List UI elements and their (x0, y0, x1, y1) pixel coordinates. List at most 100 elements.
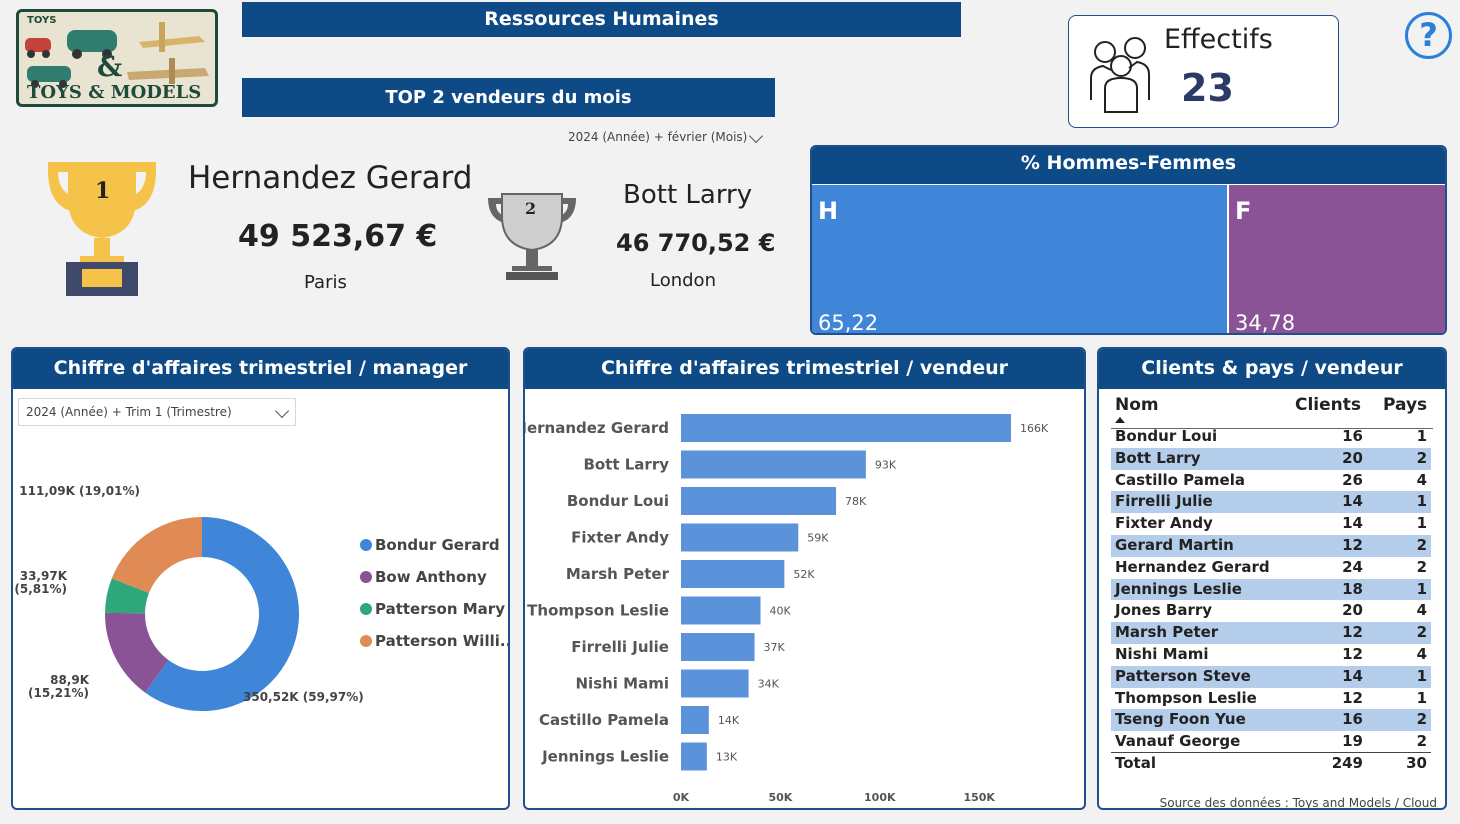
table-row[interactable]: Marsh Peter 12 2 (1111, 622, 1431, 644)
bar-category-label: Nishi Mami (576, 675, 670, 693)
table-row[interactable]: Gerard Martin 12 2 (1111, 535, 1431, 557)
cell-clients: 14 (1342, 666, 1363, 685)
bar[interactable] (681, 450, 866, 479)
cell-pays: 1 (1416, 579, 1427, 598)
quarter-slicer-value: 2024 (Année) + Trim 1 (Trimestre) (26, 405, 232, 419)
cell-nom: Firrelli Julie (1115, 492, 1213, 511)
seller-panel: Chiffre d'affaires trimestriel / vendeur… (523, 347, 1086, 810)
cell-nom: Jennings Leslie (1115, 579, 1242, 598)
col-header-pays[interactable]: Pays (1383, 395, 1427, 415)
bar-category-label: Bondur Loui (567, 492, 669, 510)
col-header-nom[interactable]: Nom (1115, 395, 1159, 415)
gender-panel: % Hommes-Femmes H 65,22 F 34,78 (810, 145, 1447, 335)
donut-slice[interactable] (111, 517, 202, 594)
cell-pays: 2 (1416, 448, 1427, 467)
bar-category-label: Bott Larry (583, 456, 669, 474)
male-block[interactable]: H 65,22 (812, 185, 1227, 335)
female-block[interactable]: F 34,78 (1229, 185, 1445, 335)
donut-data-label: (5,81%) (14, 582, 67, 596)
bar-data-label: 59K (807, 532, 829, 545)
top-sellers-title: TOP 2 vendeurs du mois (242, 78, 775, 117)
cell-clients: 20 (1342, 601, 1363, 620)
table-row[interactable]: Castillo Pamela 26 4 (1111, 470, 1431, 492)
cell-clients: 19 (1342, 732, 1363, 751)
col-header-clients[interactable]: Clients (1295, 395, 1361, 415)
bar-category-label: Fixter Andy (571, 529, 669, 547)
table-row[interactable]: Nishi Mami 12 4 (1111, 644, 1431, 666)
month-slicer[interactable]: 2024 (Année) + février (Mois) (561, 124, 769, 151)
female-label: F (1235, 197, 1252, 225)
table-row[interactable]: Thompson Leslie 12 1 (1111, 688, 1431, 710)
cell-clients: 12 (1342, 645, 1363, 663)
help-icon: ? (1419, 16, 1438, 54)
legend-marker (360, 539, 372, 551)
bar-data-label: 13K (716, 751, 738, 764)
headcount-card: Effectifs 23 (1068, 15, 1339, 128)
legend-marker (360, 603, 372, 615)
x-tick-label: 150K (963, 791, 995, 804)
table-row[interactable]: Hernandez Gerard 24 2 (1111, 557, 1431, 579)
legend-marker (360, 571, 372, 583)
cell-clients: 12 (1342, 536, 1363, 554)
bar[interactable] (681, 669, 749, 698)
cell-nom: Fixter Andy (1115, 514, 1213, 533)
cell-pays: 1 (1416, 492, 1427, 511)
cell-clients: 16 (1342, 427, 1363, 445)
cell-nom: Tseng Foon Yue (1115, 710, 1246, 729)
help-button[interactable]: ? (1405, 12, 1452, 59)
table-row[interactable]: Bott Larry 20 2 (1111, 447, 1431, 470)
total-pays: 30 (1406, 754, 1427, 772)
bar-category-label: Firrelli Julie (571, 638, 669, 656)
cell-pays: 1 (1416, 427, 1427, 445)
bar[interactable] (681, 414, 1011, 442)
legend-item[interactable]: Patterson Mary (375, 600, 505, 618)
cell-pays: 2 (1416, 623, 1427, 642)
top2-name: Bott Larry (623, 180, 753, 210)
table-row[interactable]: Bondur Loui 16 1 (1111, 426, 1431, 448)
quarter-slicer[interactable]: 2024 (Année) + Trim 1 (Trimestre) (18, 398, 296, 426)
bar[interactable] (681, 706, 709, 734)
bar[interactable] (681, 596, 761, 625)
bar-category-label: Jennings Leslie (541, 748, 669, 766)
cell-nom: Bondur Loui (1115, 427, 1218, 445)
bar-data-label: 14K (718, 714, 740, 727)
manager-panel: Chiffre d'affaires trimestriel / manager… (11, 347, 510, 810)
cell-nom: Castillo Pamela (1115, 470, 1245, 489)
gold-trophy-rank: 1 (95, 178, 111, 204)
legend-item[interactable]: Bow Anthony (375, 568, 487, 586)
cell-pays: 2 (1416, 710, 1427, 729)
bar[interactable] (681, 523, 799, 552)
bar[interactable] (681, 742, 707, 771)
table-row[interactable]: Firrelli Julie 14 1 (1111, 491, 1431, 514)
table-row[interactable]: Patterson Steve 14 1 (1111, 665, 1431, 688)
cell-pays: 4 (1416, 601, 1427, 620)
cell-nom: Hernandez Gerard (1115, 557, 1270, 576)
clients-panel-title: Clients & pays / vendeur (1099, 349, 1445, 389)
table-row[interactable]: Vanauf George 19 2 (1111, 731, 1431, 753)
cell-pays: 4 (1416, 470, 1427, 489)
cell-clients: 24 (1342, 557, 1363, 576)
bar[interactable] (681, 487, 837, 515)
table-row[interactable]: Jones Barry 20 4 (1111, 600, 1431, 622)
table-header: Nom Clients Pays (1111, 393, 1433, 429)
chevron-down-icon (748, 128, 764, 144)
x-tick-label: 0K (673, 791, 690, 804)
cell-nom: Vanauf George (1115, 732, 1241, 751)
female-value: 34,78 (1235, 311, 1296, 335)
total-label: Total (1115, 754, 1156, 772)
bar-data-label: 37K (764, 641, 786, 654)
table-row[interactable]: Jennings Leslie 18 1 (1111, 578, 1431, 601)
table-row[interactable]: Fixter Andy 14 1 (1111, 513, 1431, 535)
table-row[interactable]: Tseng Foon Yue 16 2 (1111, 709, 1431, 732)
cell-pays: 1 (1416, 666, 1427, 685)
male-value: 65,22 (818, 311, 879, 335)
bar[interactable] (681, 560, 785, 588)
legend-item[interactable]: Bondur Gerard (375, 536, 500, 554)
people-icon (1090, 37, 1150, 113)
cell-clients: 16 (1342, 710, 1363, 729)
legend-item[interactable]: Patterson Willi... (375, 632, 508, 650)
source-note: Source des données : Toys and Models / C… (1159, 796, 1437, 810)
donut-data-label: 111,09K (19,01%) (19, 484, 140, 498)
bar-data-label: 40K (770, 605, 792, 618)
bar[interactable] (681, 633, 755, 661)
